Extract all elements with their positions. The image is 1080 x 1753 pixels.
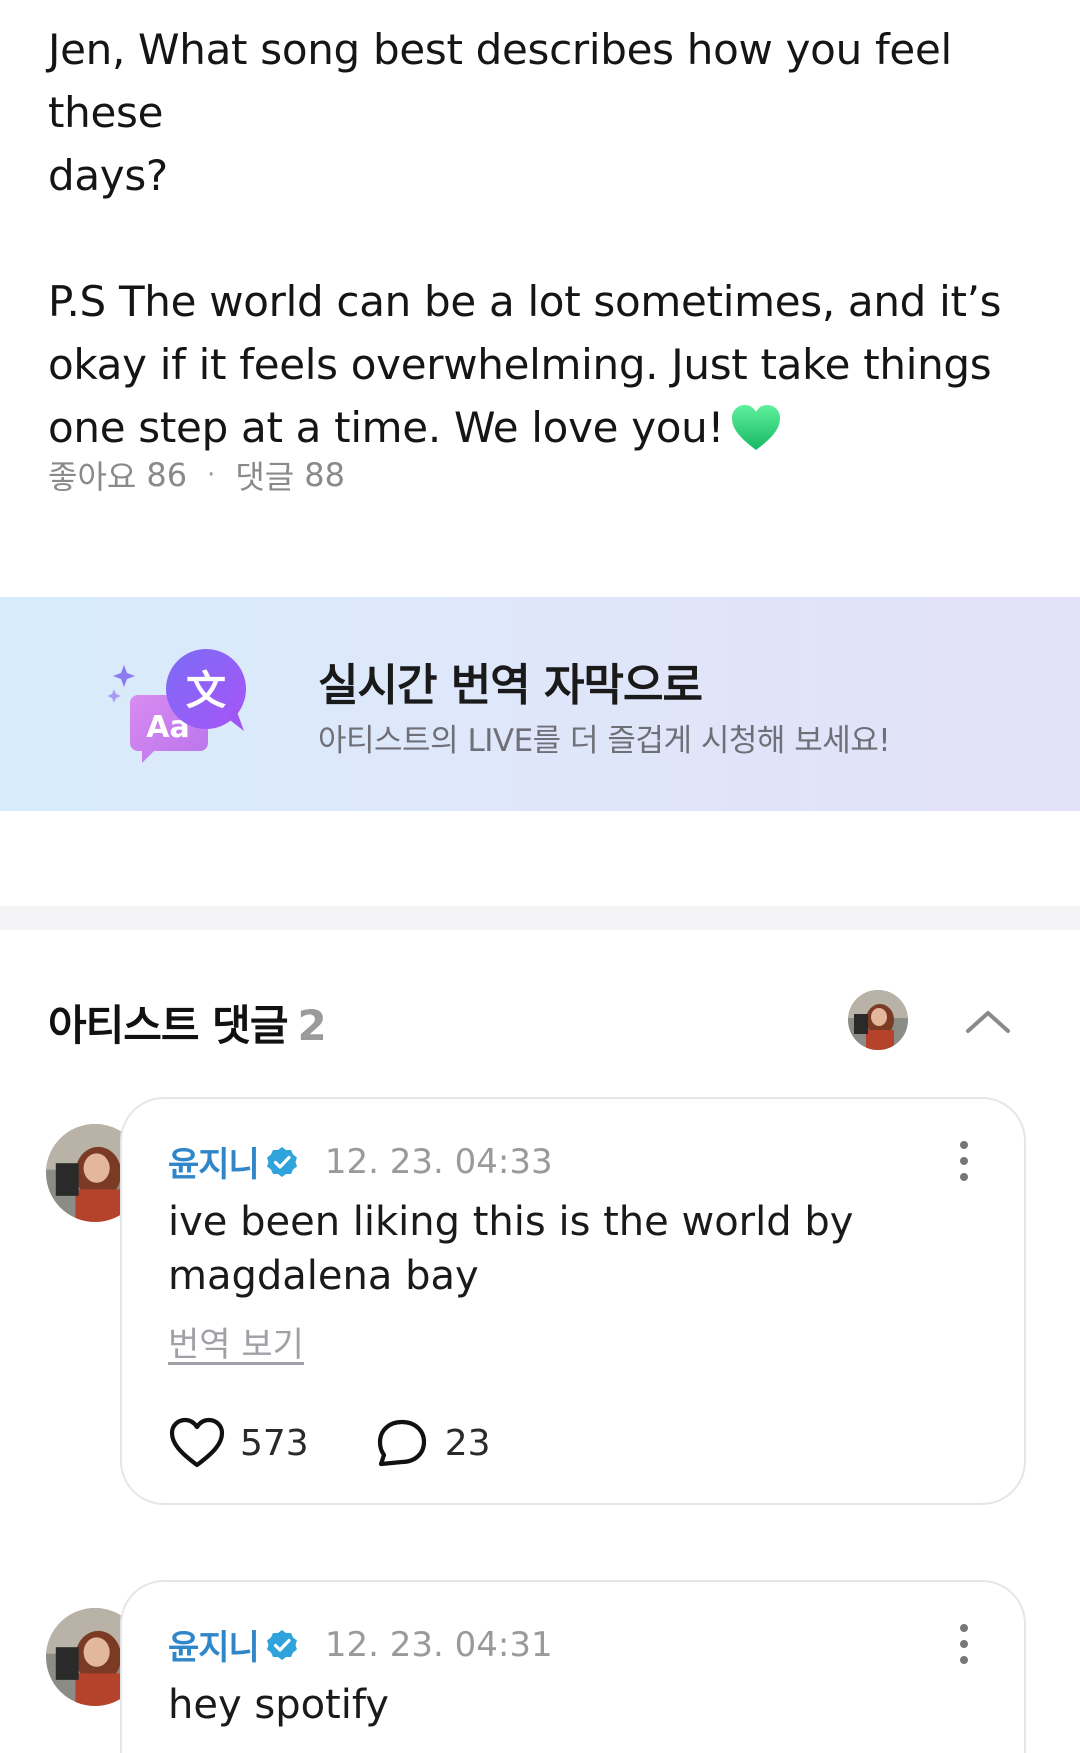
more-options-icon[interactable] bbox=[954, 1139, 974, 1183]
artist-avatar[interactable] bbox=[848, 990, 908, 1050]
comment-text: ive been liking this is the world by mag… bbox=[168, 1195, 968, 1303]
comment-text-line: magdalena bay bbox=[168, 1253, 479, 1299]
banner-subtitle: 아티스트의 LIVE를 더 즐겁게 시청해 보세요! bbox=[318, 723, 891, 759]
green-heart-icon bbox=[732, 405, 781, 450]
section-divider bbox=[0, 906, 1080, 930]
translate-icon: Aa 文 bbox=[108, 649, 246, 763]
post-stats: 좋아요 86 · 댓글 88 bbox=[48, 452, 345, 498]
heart-outline-icon bbox=[169, 1417, 225, 1468]
likes-count: 86 bbox=[146, 456, 188, 494]
comments-count: 88 bbox=[304, 456, 345, 494]
post-text-last: one step at a time. We love you! bbox=[48, 403, 725, 452]
section-title: 아티스트 댓글 2 bbox=[48, 992, 327, 1053]
post-body: Jen, What song best describes how you fe… bbox=[48, 18, 1038, 459]
comment-card: 윤지니 12. 23. 04:31 hey spotify bbox=[120, 1580, 1026, 1753]
post-text-line: okay if it feels overwhelming. Just take… bbox=[48, 340, 992, 389]
verified-badge-icon bbox=[266, 1629, 297, 1660]
comment-header: 윤지니 12. 23. 04:31 bbox=[168, 1620, 553, 1669]
comment-text-line: hey spotify bbox=[168, 1682, 389, 1728]
stats-separator: · bbox=[207, 460, 216, 490]
reply-count: 23 bbox=[444, 1422, 491, 1464]
reply-button[interactable]: 23 bbox=[373, 1417, 491, 1469]
banner-title: 실시간 번역 자막으로 bbox=[318, 660, 703, 711]
avatar-image bbox=[848, 990, 908, 1050]
artist-comments-count: 2 bbox=[297, 1001, 326, 1050]
comment-timestamp: 12. 23. 04:33 bbox=[324, 1141, 553, 1182]
banner-icon-main-glyph: 文 bbox=[186, 668, 226, 714]
post-text-line: Jen, What song best describes how you fe… bbox=[48, 25, 952, 137]
post-text-line: one step at a time. We love you! bbox=[48, 396, 1038, 459]
comment-actions: 573 23 bbox=[168, 1417, 555, 1469]
chevron-up-icon bbox=[966, 1011, 1010, 1033]
like-count: 573 bbox=[240, 1422, 309, 1464]
comment-author[interactable]: 윤지니 bbox=[168, 1620, 260, 1669]
artist-comments-header: 아티스트 댓글 2 bbox=[48, 990, 1032, 1053]
view-translation-link[interactable]: 번역 보기 bbox=[168, 1317, 304, 1366]
speech-bubble-icon bbox=[377, 1419, 426, 1467]
post-text-line: P.S The world can be a lot sometimes, an… bbox=[48, 277, 1002, 326]
comment-text: hey spotify bbox=[168, 1678, 968, 1732]
post-text-line: days? bbox=[48, 151, 168, 200]
comment-timestamp: 12. 23. 04:31 bbox=[324, 1624, 553, 1665]
more-options-icon[interactable] bbox=[954, 1622, 974, 1666]
collapse-button[interactable] bbox=[958, 996, 1018, 1046]
comments-label[interactable]: 댓글 bbox=[235, 452, 294, 498]
verified-badge-icon bbox=[266, 1146, 297, 1177]
live-translation-banner[interactable]: Aa 文 실시간 번역 자막으로 아티스트의 LIVE를 더 즐겁게 시청해 보… bbox=[0, 597, 1080, 811]
comment-card: 윤지니 12. 23. 04:33 ive been liking this i… bbox=[120, 1097, 1026, 1505]
comment-header: 윤지니 12. 23. 04:33 bbox=[168, 1137, 553, 1186]
comment-author[interactable]: 윤지니 bbox=[168, 1137, 260, 1186]
likes-label[interactable]: 좋아요 bbox=[48, 452, 136, 498]
like-button[interactable]: 573 bbox=[168, 1417, 309, 1469]
artist-comments-title: 아티스트 댓글 bbox=[48, 1001, 288, 1050]
comment-text-line: ive been liking this is the world by bbox=[168, 1199, 854, 1245]
